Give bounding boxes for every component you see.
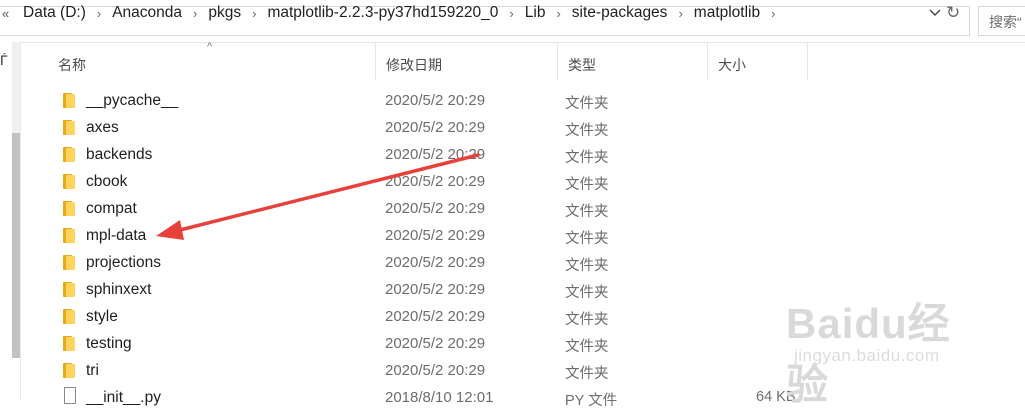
breadcrumb: Data (D:) › Anaconda › pkgs › matplotlib…	[20, 4, 783, 22]
folder-icon	[63, 201, 75, 216]
file-name: mpl-data	[86, 227, 147, 244]
file-type: 文件夹	[565, 96, 609, 112]
file-modified: 2020/5/2 20:29	[385, 308, 486, 325]
file-type: 文件夹	[565, 366, 609, 382]
file-modified: 2020/5/2 20:29	[385, 200, 486, 217]
file-type: 文件夹	[565, 231, 609, 247]
table-row[interactable]: style 2020/5/2 20:29 文件夹	[48, 304, 808, 331]
file-type: 文件夹	[565, 150, 609, 166]
column-modified-label: 修改日期	[386, 57, 442, 73]
column-type-label: 类型	[568, 57, 596, 73]
file-name: tri	[86, 362, 99, 379]
file-modified: 2020/5/2 20:29	[385, 173, 486, 190]
folder-icon	[63, 309, 75, 324]
folder-icon	[63, 282, 75, 297]
file-name: style	[86, 308, 118, 325]
table-row[interactable]: cbook 2020/5/2 20:29 文件夹	[48, 169, 808, 196]
chevron-right-icon[interactable]: ›	[763, 6, 783, 21]
column-size-label: 大小	[718, 57, 746, 73]
table-row[interactable]: mpl-data 2020/5/2 20:29 文件夹	[48, 223, 808, 250]
crumb-anaconda[interactable]: Anaconda	[109, 4, 185, 22]
table-row[interactable]: axes 2020/5/2 20:29 文件夹	[48, 115, 808, 142]
column-type[interactable]: 类型	[558, 42, 708, 80]
chevron-right-icon[interactable]: ›	[501, 6, 521, 21]
column-name-label: 名称	[58, 57, 86, 73]
table-row[interactable]: __init__.py 2018/8/10 12:01 PY 文件 64 KB	[48, 385, 808, 412]
crumb-matplotlib[interactable]: matplotlib	[691, 4, 763, 22]
sort-ascending-icon: ^	[207, 41, 213, 53]
column-size[interactable]: 大小	[708, 42, 808, 80]
folder-icon	[63, 228, 75, 243]
column-modified[interactable]: 修改日期	[376, 42, 558, 80]
file-type: 文件夹	[565, 258, 609, 274]
crumb-pkgs[interactable]: pkgs	[205, 4, 244, 22]
file-name: compat	[86, 200, 137, 217]
chevron-right-icon[interactable]: ›	[244, 6, 264, 21]
baidu-watermark: Baidu经验 jingyan.baidu.com	[786, 290, 986, 408]
nav-scrollbar-thumb[interactable]	[12, 133, 20, 358]
table-row[interactable]: sphinxext 2020/5/2 20:29 文件夹	[48, 277, 808, 304]
table-row[interactable]: __pycache__ 2020/5/2 20:29 文件夹	[48, 88, 808, 115]
crumb-matplotlib-pkg[interactable]: matplotlib-2.2.3-py37hd159220_0	[264, 4, 501, 22]
file-modified: 2020/5/2 20:29	[385, 146, 486, 163]
chevron-right-icon[interactable]: ›	[670, 6, 690, 21]
file-name: sphinxext	[86, 281, 152, 298]
file-modified: 2018/8/10 12:01	[385, 389, 494, 406]
table-row[interactable]: tri 2020/5/2 20:29 文件夹	[48, 358, 808, 385]
file-modified: 2020/5/2 20:29	[385, 254, 486, 271]
chevron-right-icon[interactable]: ›	[89, 6, 109, 21]
search-input[interactable]: 搜索“	[978, 6, 1025, 36]
double-chevron-left-icon[interactable]: «	[2, 6, 9, 21]
table-row[interactable]: compat 2020/5/2 20:29 文件夹	[48, 196, 808, 223]
watermark-url: jingyan.baidu.com	[794, 346, 940, 365]
file-modified: 2020/5/2 20:29	[385, 362, 486, 379]
file-type: 文件夹	[565, 204, 609, 220]
file-name: __pycache__	[86, 92, 179, 109]
file-name: projections	[86, 254, 161, 271]
column-header: 名称 ^ 修改日期 类型 大小	[48, 41, 808, 80]
crumb-lib[interactable]: Lib	[522, 4, 549, 22]
chevron-right-icon[interactable]: ›	[185, 6, 205, 21]
chevron-right-icon[interactable]: ›	[548, 6, 568, 21]
folder-icon	[63, 336, 75, 351]
file-type: 文件夹	[565, 312, 609, 328]
folder-icon	[63, 255, 75, 270]
file-modified: 2020/5/2 20:29	[385, 335, 486, 352]
file-name: testing	[86, 335, 132, 352]
nav-item-fragment[interactable]: Ѓ	[0, 52, 8, 68]
address-bar: « Data (D:) › Anaconda › pkgs › matplotl…	[0, 0, 1025, 43]
folder-icon	[63, 120, 75, 135]
file-type: 文件夹	[565, 123, 609, 139]
chevron-down-icon[interactable]	[928, 6, 942, 21]
file-name: __init__.py	[86, 389, 161, 406]
file-list: __pycache__ 2020/5/2 20:29 文件夹 axes 2020…	[48, 88, 808, 412]
file-type: 文件夹	[565, 285, 609, 301]
folder-icon	[63, 363, 75, 378]
file-name: cbook	[86, 173, 128, 190]
file-modified: 2020/5/2 20:29	[385, 281, 486, 298]
folder-icon	[63, 93, 75, 108]
file-name: axes	[86, 119, 119, 136]
file-modified: 2020/5/2 20:29	[385, 119, 486, 136]
python-file-icon	[64, 387, 76, 404]
table-row[interactable]: projections 2020/5/2 20:29 文件夹	[48, 250, 808, 277]
file-type: 文件夹	[565, 177, 609, 193]
file-modified: 2020/5/2 20:29	[385, 92, 486, 109]
table-row[interactable]: testing 2020/5/2 20:29 文件夹	[48, 331, 808, 358]
file-modified: 2020/5/2 20:29	[385, 227, 486, 244]
folder-icon	[63, 147, 75, 162]
refresh-icon[interactable]: ↻	[946, 3, 960, 23]
search-placeholder: 搜索“	[989, 14, 1022, 30]
crumb-drive[interactable]: Data (D:)	[20, 4, 89, 22]
table-row[interactable]: backends 2020/5/2 20:29 文件夹	[48, 142, 808, 169]
file-name: backends	[86, 146, 153, 163]
crumb-site-packages[interactable]: site-packages	[569, 4, 671, 22]
folder-icon	[63, 174, 75, 189]
file-type: 文件夹	[565, 339, 609, 355]
